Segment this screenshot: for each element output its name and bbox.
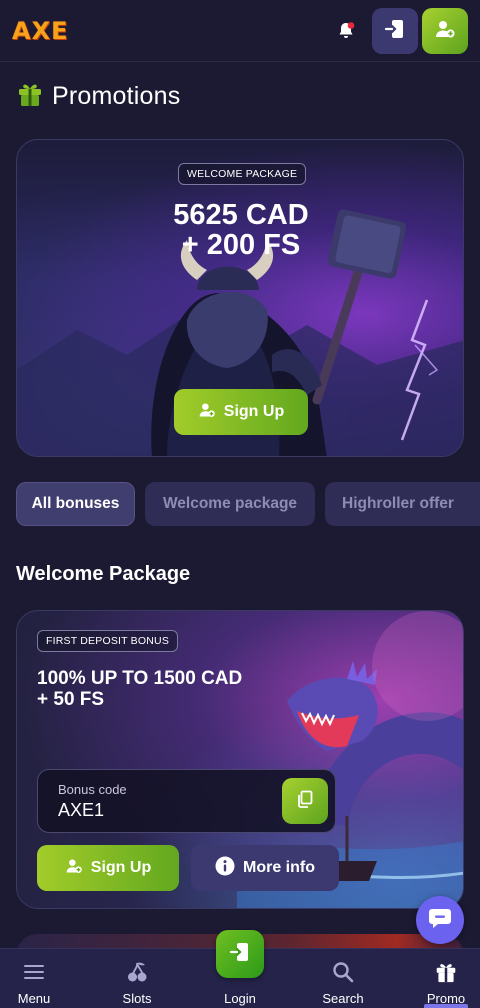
bonus-code-box: Bonus code AXE1	[37, 769, 336, 833]
bell-icon[interactable]	[334, 19, 358, 43]
page-title-text: Promotions	[52, 81, 181, 110]
hero-signup-button[interactable]: Sign Up	[174, 389, 308, 435]
login-button[interactable]	[372, 8, 418, 54]
filter-chip-welcome-package[interactable]: Welcome package	[145, 482, 315, 526]
bonus-code-value: AXE1	[58, 800, 105, 820]
menu-icon	[24, 960, 44, 984]
user-add-icon	[198, 401, 216, 424]
user-add-icon	[434, 18, 456, 45]
page-title: Promotions	[18, 80, 180, 112]
chat-support-button[interactable]	[416, 896, 464, 944]
nav-item-search[interactable]: Search	[303, 949, 383, 1008]
bonus-offer-line-1: 100% UP TO 1500 CAD	[37, 668, 243, 689]
user-add-icon	[65, 857, 83, 880]
nav-item-promo[interactable]: Promo	[406, 949, 480, 1008]
nav-active-indicator	[424, 1004, 468, 1008]
copy-icon	[295, 789, 315, 814]
nav-label-search: Search	[322, 991, 364, 1006]
nav-item-slots[interactable]: Slots	[97, 949, 177, 1008]
login-door-icon	[384, 18, 406, 45]
nav-item-menu[interactable]: Menu	[0, 949, 74, 1008]
search-icon	[332, 960, 354, 984]
bonus-offer-title: 100% UP TO 1500 CAD + 50 FS	[37, 668, 242, 710]
more-info-button[interactable]: More info	[191, 845, 339, 891]
copy-code-button[interactable]	[282, 778, 328, 824]
signup-button[interactable]	[422, 8, 468, 54]
filter-chip-all-bonuses[interactable]: All bonuses	[16, 482, 135, 526]
hero-amount-line-1: 5625 CAD	[173, 199, 309, 231]
card-signup-button[interactable]: Sign Up	[37, 845, 179, 891]
hero-amount-line-2: + 200 FS	[181, 229, 301, 261]
logo[interactable]: AXE	[12, 17, 68, 45]
filter-chip-highroller-offer[interactable]: Highroller offer	[325, 482, 480, 526]
chat-icon	[428, 907, 452, 934]
nav-login-button[interactable]	[216, 930, 264, 978]
hero-bonus-amount: 5625 CAD + 200 FS	[17, 199, 463, 261]
first-deposit-bonus-card: FIRST DEPOSIT BONUS 100% UP TO 1500 CAD …	[16, 610, 464, 909]
hero-signup-label: Sign Up	[223, 403, 285, 420]
cherries-icon	[125, 960, 149, 984]
nav-label-menu: Menu	[17, 991, 51, 1006]
gift-icon	[18, 81, 42, 112]
nav-label-slots: Slots	[122, 991, 152, 1006]
card-signup-label: Sign Up	[90, 859, 152, 876]
hero-promo-card: WELCOME PACKAGE 5625 CAD + 200 FS Sign U…	[16, 139, 464, 457]
welcome-package-badge: WELCOME PACKAGE	[178, 163, 307, 185]
section-title-welcome-package: Welcome Package	[16, 563, 191, 585]
login-door-icon	[229, 941, 251, 968]
gift-icon	[435, 960, 457, 984]
first-deposit-bonus-badge: FIRST DEPOSIT BONUS	[37, 630, 179, 652]
bonus-offer-line-2: + 50 FS	[37, 689, 105, 710]
top-header: AXE	[0, 0, 480, 62]
more-info-label: More info	[243, 859, 315, 876]
nav-label-login: Login	[224, 991, 256, 1006]
info-icon	[215, 856, 235, 881]
bonus-code-label: Bonus code	[58, 782, 127, 797]
